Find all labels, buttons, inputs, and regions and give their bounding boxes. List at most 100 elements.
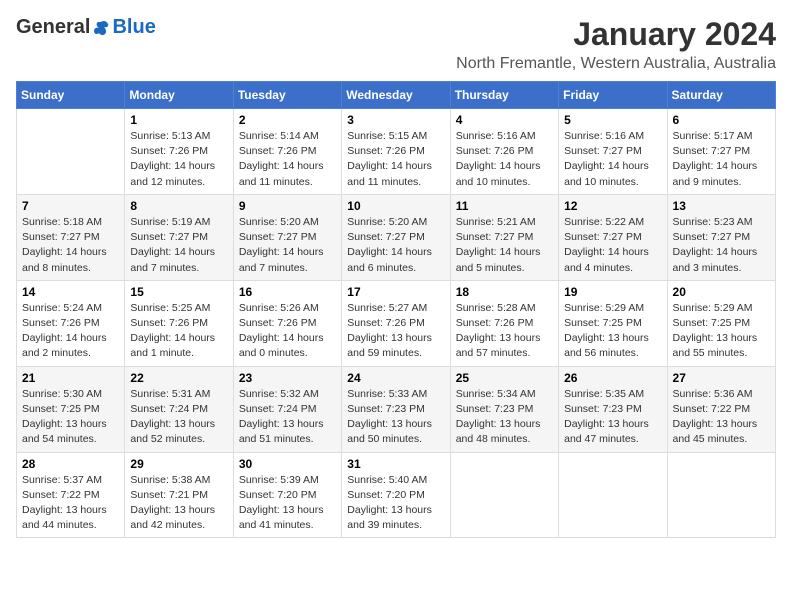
calendar-cell: 27 Sunrise: 5:36 AM Sunset: 7:22 PM Dayli… [667, 366, 775, 452]
day-number: 9 [239, 199, 336, 213]
day-number: 8 [130, 199, 227, 213]
day-info: Sunrise: 5:31 AM Sunset: 7:24 PM Dayligh… [130, 387, 227, 448]
day-info: Sunrise: 5:24 AM Sunset: 7:26 PM Dayligh… [22, 301, 119, 362]
day-number: 5 [564, 113, 661, 127]
day-number: 4 [456, 113, 553, 127]
calendar-cell: 16 Sunrise: 5:26 AM Sunset: 7:26 PM Dayli… [233, 280, 341, 366]
day-info: Sunrise: 5:22 AM Sunset: 7:27 PM Dayligh… [564, 215, 661, 276]
day-number: 17 [347, 285, 444, 299]
calendar-cell [17, 109, 125, 195]
calendar-cell: 18 Sunrise: 5:28 AM Sunset: 7:26 PM Dayli… [450, 280, 558, 366]
day-info: Sunrise: 5:29 AM Sunset: 7:25 PM Dayligh… [564, 301, 661, 362]
title-section: January 2024 North Fremantle, Western Au… [456, 16, 776, 73]
day-number: 30 [239, 457, 336, 471]
calendar-week-row: 14 Sunrise: 5:24 AM Sunset: 7:26 PM Dayli… [17, 280, 776, 366]
day-info: Sunrise: 5:30 AM Sunset: 7:25 PM Dayligh… [22, 387, 119, 448]
calendar-cell: 28 Sunrise: 5:37 AM Sunset: 7:22 PM Dayli… [17, 452, 125, 538]
day-number: 3 [347, 113, 444, 127]
day-number: 11 [456, 199, 553, 213]
day-number: 1 [130, 113, 227, 127]
day-number: 24 [347, 371, 444, 385]
day-info: Sunrise: 5:26 AM Sunset: 7:26 PM Dayligh… [239, 301, 336, 362]
day-header-thursday: Thursday [450, 82, 558, 109]
calendar-cell: 3 Sunrise: 5:15 AM Sunset: 7:26 PM Daylig… [342, 109, 450, 195]
day-info: Sunrise: 5:25 AM Sunset: 7:26 PM Dayligh… [130, 301, 227, 362]
day-info: Sunrise: 5:37 AM Sunset: 7:22 PM Dayligh… [22, 473, 119, 534]
calendar-cell: 19 Sunrise: 5:29 AM Sunset: 7:25 PM Dayli… [559, 280, 667, 366]
day-info: Sunrise: 5:40 AM Sunset: 7:20 PM Dayligh… [347, 473, 444, 534]
day-number: 6 [673, 113, 770, 127]
calendar-cell: 1Sunrise: 5:13 AM Sunset: 7:26 PM Daylig… [125, 109, 233, 195]
calendar-cell: 11 Sunrise: 5:21 AM Sunset: 7:27 PM Dayli… [450, 194, 558, 280]
logo-bird-icon [91, 18, 111, 38]
calendar-cell: 24 Sunrise: 5:33 AM Sunset: 7:23 PM Dayli… [342, 366, 450, 452]
day-number: 19 [564, 285, 661, 299]
location-subtitle: North Fremantle, Western Australia, Aust… [456, 55, 776, 73]
calendar-cell: 6Sunrise: 5:17 AM Sunset: 7:27 PM Daylig… [667, 109, 775, 195]
day-number: 15 [130, 285, 227, 299]
day-info: Sunrise: 5:19 AM Sunset: 7:27 PM Dayligh… [130, 215, 227, 276]
day-number: 20 [673, 285, 770, 299]
day-info: Sunrise: 5:21 AM Sunset: 7:27 PM Dayligh… [456, 215, 553, 276]
day-number: 27 [673, 371, 770, 385]
calendar-cell [667, 452, 775, 538]
logo-general-text: General [16, 16, 90, 39]
day-number: 21 [22, 371, 119, 385]
calendar-week-row: 21 Sunrise: 5:30 AM Sunset: 7:25 PM Dayli… [17, 366, 776, 452]
calendar-cell: 13 Sunrise: 5:23 AM Sunset: 7:27 PM Dayli… [667, 194, 775, 280]
calendar-cell: 29Sunrise: 5:38 AM Sunset: 7:21 PM Dayli… [125, 452, 233, 538]
day-info: Sunrise: 5:27 AM Sunset: 7:26 PM Dayligh… [347, 301, 444, 362]
day-header-monday: Monday [125, 82, 233, 109]
calendar-cell: 26 Sunrise: 5:35 AM Sunset: 7:23 PM Dayli… [559, 366, 667, 452]
day-number: 16 [239, 285, 336, 299]
calendar-cell: 22 Sunrise: 5:31 AM Sunset: 7:24 PM Dayli… [125, 366, 233, 452]
day-number: 29 [130, 457, 227, 471]
day-info: Sunrise: 5:29 AM Sunset: 7:25 PM Dayligh… [673, 301, 770, 362]
day-number: 22 [130, 371, 227, 385]
day-info: Sunrise: 5:14 AM Sunset: 7:26 PM Dayligh… [239, 129, 336, 190]
day-info: Sunrise: 5:20 AM Sunset: 7:27 PM Dayligh… [347, 215, 444, 276]
calendar-cell: 5 Sunrise: 5:16 AM Sunset: 7:27 PM Daylig… [559, 109, 667, 195]
calendar-week-row: 7Sunrise: 5:18 AM Sunset: 7:27 PM Daylig… [17, 194, 776, 280]
calendar-cell: 4Sunrise: 5:16 AM Sunset: 7:26 PM Daylig… [450, 109, 558, 195]
calendar-cell: 20 Sunrise: 5:29 AM Sunset: 7:25 PM Dayli… [667, 280, 775, 366]
calendar-cell: 21 Sunrise: 5:30 AM Sunset: 7:25 PM Dayli… [17, 366, 125, 452]
day-number: 26 [564, 371, 661, 385]
calendar-week-row: 1Sunrise: 5:13 AM Sunset: 7:26 PM Daylig… [17, 109, 776, 195]
day-number: 18 [456, 285, 553, 299]
calendar-table: SundayMondayTuesdayWednesdayThursdayFrid… [16, 81, 776, 538]
calendar-cell: 17 Sunrise: 5:27 AM Sunset: 7:26 PM Dayli… [342, 280, 450, 366]
calendar-cell: 23 Sunrise: 5:32 AM Sunset: 7:24 PM Dayli… [233, 366, 341, 452]
calendar-cell: 2 Sunrise: 5:14 AM Sunset: 7:26 PM Daylig… [233, 109, 341, 195]
calendar-cell: 9 Sunrise: 5:20 AM Sunset: 7:27 PM Daylig… [233, 194, 341, 280]
calendar-cell: 7Sunrise: 5:18 AM Sunset: 7:27 PM Daylig… [17, 194, 125, 280]
day-info: Sunrise: 5:20 AM Sunset: 7:27 PM Dayligh… [239, 215, 336, 276]
day-number: 7 [22, 199, 119, 213]
day-info: Sunrise: 5:28 AM Sunset: 7:26 PM Dayligh… [456, 301, 553, 362]
day-info: Sunrise: 5:39 AM Sunset: 7:20 PM Dayligh… [239, 473, 336, 534]
day-number: 14 [22, 285, 119, 299]
day-number: 23 [239, 371, 336, 385]
day-info: Sunrise: 5:15 AM Sunset: 7:26 PM Dayligh… [347, 129, 444, 190]
calendar-cell: 15 Sunrise: 5:25 AM Sunset: 7:26 PM Dayli… [125, 280, 233, 366]
day-header-tuesday: Tuesday [233, 82, 341, 109]
day-number: 28 [22, 457, 119, 471]
day-info: Sunrise: 5:16 AM Sunset: 7:27 PM Dayligh… [564, 129, 661, 190]
calendar-cell: 31 Sunrise: 5:40 AM Sunset: 7:20 PM Dayli… [342, 452, 450, 538]
day-number: 25 [456, 371, 553, 385]
day-info: Sunrise: 5:23 AM Sunset: 7:27 PM Dayligh… [673, 215, 770, 276]
day-header-saturday: Saturday [667, 82, 775, 109]
day-info: Sunrise: 5:32 AM Sunset: 7:24 PM Dayligh… [239, 387, 336, 448]
page-header: General Blue January 2024 North Fremantl… [16, 16, 776, 73]
day-info: Sunrise: 5:33 AM Sunset: 7:23 PM Dayligh… [347, 387, 444, 448]
day-number: 2 [239, 113, 336, 127]
logo: General Blue [16, 16, 156, 39]
day-number: 31 [347, 457, 444, 471]
day-info: Sunrise: 5:35 AM Sunset: 7:23 PM Dayligh… [564, 387, 661, 448]
calendar-cell: 10Sunrise: 5:20 AM Sunset: 7:27 PM Dayli… [342, 194, 450, 280]
day-info: Sunrise: 5:36 AM Sunset: 7:22 PM Dayligh… [673, 387, 770, 448]
calendar-cell [559, 452, 667, 538]
day-number: 13 [673, 199, 770, 213]
day-header-wednesday: Wednesday [342, 82, 450, 109]
calendar-cell: 12Sunrise: 5:22 AM Sunset: 7:27 PM Dayli… [559, 194, 667, 280]
